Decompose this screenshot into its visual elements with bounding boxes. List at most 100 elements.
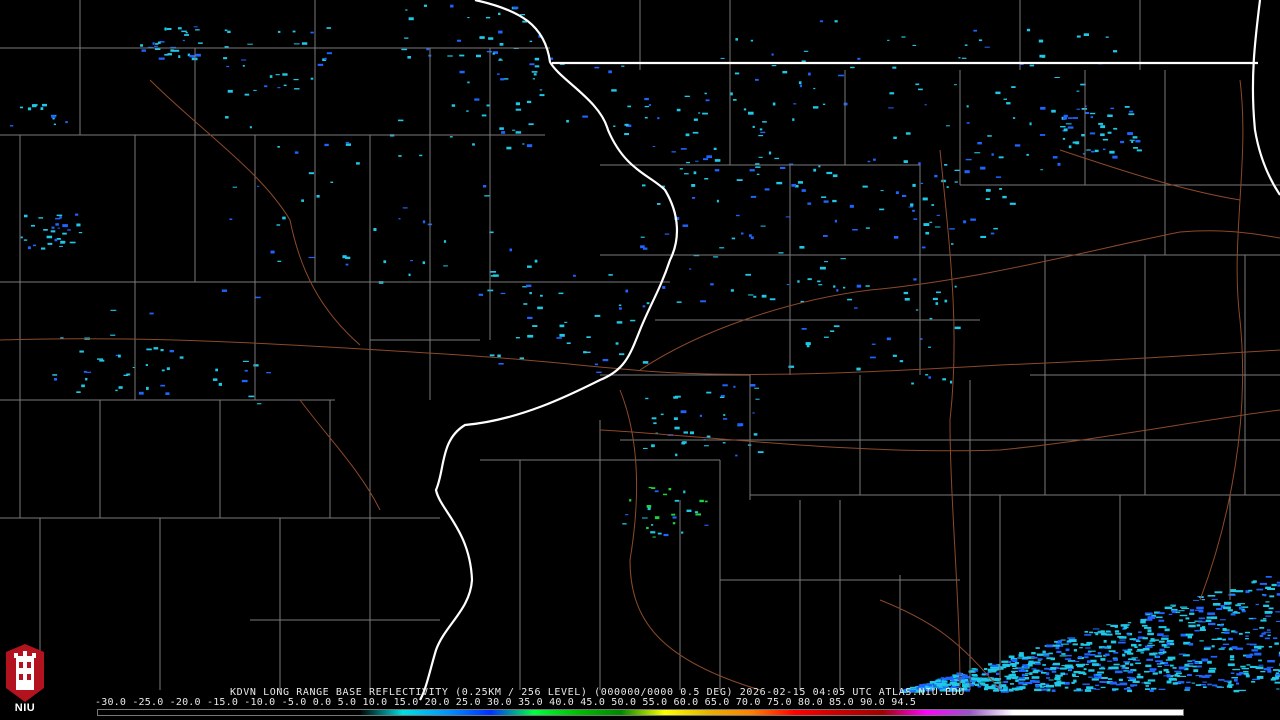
echo-speck [1256,588,1264,591]
echo-speck [223,57,228,60]
echo-speck [1191,682,1196,684]
echo-speck [1223,606,1231,610]
echo-speck [110,309,117,311]
echo-speck [681,441,685,445]
echo-speck [1149,668,1157,671]
color-scale-bar [97,709,1184,716]
echo-speck [980,166,986,170]
echo-speck [1128,677,1136,680]
echo-speck [1076,108,1080,110]
echo-speck [750,195,757,198]
echo-speck [621,65,625,67]
echo-speck [856,367,861,371]
echo-speck [1145,685,1149,687]
echo-speck [797,181,803,184]
echo-speck [467,17,470,19]
echo-speck [292,30,296,33]
echo-speck [629,499,632,502]
echo-speck [345,263,349,266]
echo-speck [780,166,786,169]
echo-speck [1068,145,1072,149]
echo-speck [992,669,997,672]
echo-speck [1158,670,1162,674]
echo-speck [640,236,645,238]
echo-speck [486,50,493,53]
echo-speck [1164,606,1173,610]
echo-speck [850,66,855,69]
echo-speck [457,39,461,42]
echo-speck [1063,128,1068,132]
echo-speck [1046,677,1050,679]
echo-speck [720,57,725,59]
echo-speck [832,199,837,203]
echo-speck [43,229,48,231]
echo-speck [166,367,170,370]
echo-speck [1015,687,1023,691]
echo-speck [913,278,917,281]
echo-speck [1145,664,1152,668]
echo-speck [648,104,651,106]
echo-speck [1042,664,1046,666]
echo-speck [985,189,991,192]
echo-speck [527,316,533,319]
echo-speck [1123,626,1127,630]
echo-speck [1196,665,1202,668]
echo-speck [613,125,616,127]
echo-speck [499,127,504,130]
echo-speck [983,668,988,671]
echo-speck [56,238,61,240]
echo-speck [1103,148,1106,151]
echo-speck [242,360,249,362]
echo-speck [1034,688,1042,692]
echo-speck [1008,655,1015,658]
echo-speck [1129,110,1134,113]
echo-speck [905,132,911,135]
echo-speck [185,31,188,34]
echo-speck [1256,675,1264,679]
echo-speck [1193,669,1199,673]
echo-speck [1123,688,1131,690]
echo-speck [1050,667,1057,670]
echo-speck [954,285,957,288]
echo-speck [1268,607,1274,610]
echo-speck [419,154,423,157]
echo-speck [1167,656,1176,660]
echo-speck [1152,652,1158,655]
echo-speck [244,93,250,96]
echo-speck [1086,686,1094,689]
echo-speck [27,107,32,111]
echo-speck [56,214,63,217]
echo-speck [642,184,646,187]
echo-speck [221,289,227,292]
echo-speck [895,191,899,195]
echo-speck [1040,106,1046,110]
echo-speck [1125,667,1129,670]
echo-speck [1216,686,1224,688]
echo-speck [818,165,821,168]
echo-speck [1015,679,1019,682]
echo-speck [1131,141,1134,143]
echo-speck [935,302,939,305]
echo-speck [1059,655,1068,657]
echo-speck [1259,582,1267,585]
echo-speck [512,129,516,131]
echo-speck [737,425,742,427]
echo-speck [1252,628,1258,630]
echo-speck [1091,678,1099,681]
echo-speck [1046,684,1054,688]
echo-speck [1081,108,1087,110]
echo-speck [1026,28,1031,32]
echo-speck [1028,662,1032,665]
echo-speck [987,135,992,137]
echo-speck [1248,589,1253,592]
echo-speck [826,171,833,175]
reflectivity-echoes [10,4,1280,693]
echo-speck [1118,678,1123,682]
echo-speck [1249,618,1254,620]
echo-speck [1205,619,1212,622]
echo-speck [686,161,690,164]
echo-speck [1170,664,1174,667]
echo-speck [1089,132,1096,135]
echo-speck [184,34,189,36]
echo-speck [326,52,332,55]
